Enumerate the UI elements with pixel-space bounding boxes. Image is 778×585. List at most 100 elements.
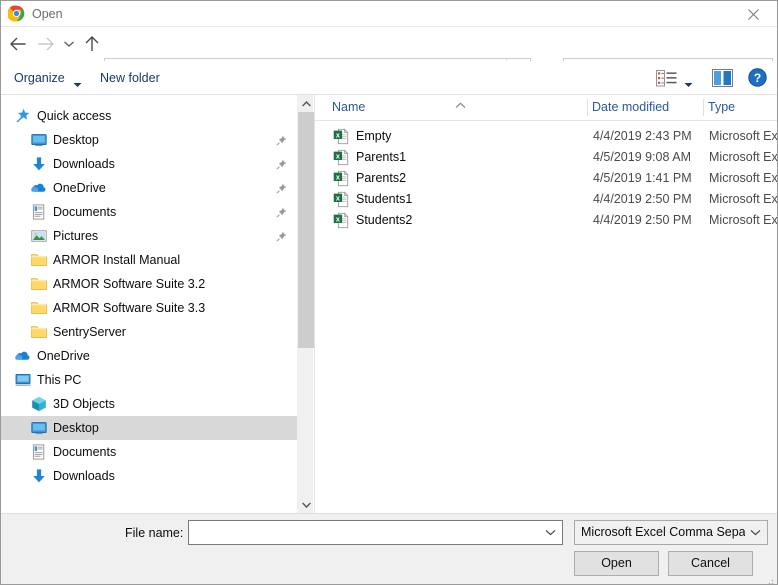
sidebar-scrollbar[interactable]	[297, 95, 314, 513]
file-type-cell: Microsoft Ex	[709, 192, 778, 206]
pin-icon[interactable]	[276, 181, 287, 199]
sidebar-item-documents[interactable]: Documents	[1, 200, 297, 224]
file-name-cell: Students1	[356, 192, 413, 206]
sidebar-item-label: Documents	[53, 445, 117, 459]
column-divider[interactable]	[703, 99, 704, 116]
view-mode-icon[interactable]	[656, 69, 680, 88]
sidebar-item-label: Downloads	[53, 157, 115, 171]
sidebar-item-label: SentryServer	[53, 325, 126, 339]
desktop-icon	[31, 132, 47, 148]
sidebar-item-onedrive[interactable]: OneDrive	[1, 344, 297, 368]
file-name-label: File name:	[125, 526, 184, 540]
pin-icon	[276, 159, 287, 170]
sidebar-item-label: Documents	[53, 205, 117, 219]
recent-locations-button[interactable]	[59, 31, 79, 57]
pin-icon[interactable]	[276, 133, 287, 151]
onedrive-icon	[31, 180, 47, 196]
sidebar-item-downloads[interactable]: Downloads	[1, 464, 297, 488]
sidebar-item-downloads[interactable]: Downloads	[1, 152, 297, 176]
sidebar-item-armor-software-suite-3-3[interactable]: ARMOR Software Suite 3.3	[1, 296, 297, 320]
sidebar-item-armor-software-suite-3-2[interactable]: ARMOR Software Suite 3.2	[1, 272, 297, 296]
resize-grip[interactable]	[764, 572, 774, 584]
sidebar-item-onedrive[interactable]: OneDrive	[1, 176, 297, 200]
scroll-up-icon[interactable]	[298, 95, 314, 112]
folder-icon	[31, 252, 47, 268]
column-header-name[interactable]: Name	[332, 95, 365, 120]
scroll-down-icon[interactable]	[298, 496, 314, 513]
sort-ascending-caret-icon	[455, 96, 466, 114]
organize-caret-down-icon[interactable]	[73, 75, 82, 93]
file-type-filter-chevron-down-icon[interactable]	[750, 521, 761, 544]
title-bar: Open	[1, 1, 777, 27]
sidebar-item-armor-install-manual[interactable]: ARMOR Install Manual	[1, 248, 297, 272]
file-row[interactable]: x Students1 4/4/2019 2:50 PM Microsoft Ex	[315, 189, 778, 210]
sidebar-item-desktop[interactable]: Desktop	[1, 416, 297, 440]
file-name-combobox[interactable]	[188, 520, 563, 545]
file-date-cell: 4/5/2019 9:08 AM	[593, 150, 691, 164]
column-divider[interactable]	[587, 99, 588, 116]
3d-objects-icon	[31, 396, 47, 412]
sidebar-item-this-pc[interactable]: This PC	[1, 368, 297, 392]
sidebar-item-label: ARMOR Software Suite 3.2	[53, 277, 206, 291]
preview-pane-icon[interactable]	[712, 69, 733, 87]
help-question-icon[interactable]: ?	[748, 68, 767, 87]
sidebar-item-label: OneDrive	[37, 349, 90, 363]
sidebar-scrollbar-thumb[interactable]	[298, 112, 314, 348]
download-icon	[31, 468, 47, 484]
pin-icon	[276, 207, 287, 218]
star-pin-icon	[15, 108, 31, 124]
excel-csv-icon: x	[333, 191, 349, 208]
file-row[interactable]: x Parents2 4/5/2019 1:41 PM Microsoft Ex	[315, 168, 778, 189]
column-header-type[interactable]: Type	[708, 95, 735, 120]
main-content: Quick access Desktop Downloads OneDrive Docu…	[1, 95, 778, 513]
file-date-cell: 4/5/2019 1:41 PM	[593, 171, 692, 185]
sidebar-item-3d-objects[interactable]: 3D Objects	[1, 392, 297, 416]
excel-csv-icon: x	[333, 212, 350, 229]
excel-csv-icon: x	[333, 149, 349, 166]
pin-icon[interactable]	[276, 229, 287, 247]
file-name-cell: Students2	[356, 213, 413, 227]
svg-text:x: x	[336, 151, 340, 160]
file-name-cell: Parents1	[356, 150, 407, 164]
sidebar-item-pictures[interactable]: Pictures	[1, 224, 297, 248]
svg-text:x: x	[336, 172, 340, 181]
sidebar-item-desktop[interactable]: Desktop	[1, 128, 297, 152]
sidebar-item-sentryserver[interactable]: SentryServer	[1, 320, 297, 344]
chrome-icon	[6, 5, 25, 22]
pin-icon[interactable]	[276, 205, 287, 223]
folder-icon	[31, 276, 47, 292]
file-name-chevron-down-icon[interactable]	[545, 521, 556, 544]
excel-csv-icon: x	[333, 128, 349, 145]
sidebar-item-quick-access[interactable]: Quick access	[1, 104, 297, 128]
sidebar-item-label: OneDrive	[53, 181, 106, 195]
sidebar-item-label: Pictures	[53, 229, 99, 243]
file-name-input[interactable]	[193, 521, 538, 544]
back-button[interactable]	[5, 31, 31, 57]
sidebar-item-label: 3D Objects	[53, 397, 115, 411]
cancel-button[interactable]: Cancel	[668, 551, 753, 576]
close-icon	[748, 9, 759, 20]
excel-csv-icon: x	[333, 191, 350, 208]
file-row[interactable]: x Students2 4/4/2019 2:50 PM Microsoft Ex	[315, 210, 777, 231]
new-folder-button[interactable]: New folder	[100, 68, 160, 89]
window-title: Open	[32, 7, 63, 21]
file-type-filter-combobox[interactable]: Microsoft Excel Comma Separa	[574, 520, 768, 545]
excel-csv-icon: x	[333, 170, 349, 187]
sidebar-item-label: ARMOR Software Suite 3.3	[53, 301, 206, 315]
file-row[interactable]: x Empty 4/4/2019 2:43 PM Microsoft Ex	[315, 126, 777, 147]
open-button[interactable]: Open	[574, 551, 659, 576]
column-header-date-modified[interactable]: Date modified	[592, 95, 669, 120]
close-button[interactable]	[731, 1, 777, 26]
recent-locations-chevron-icon	[64, 41, 74, 47]
organize-button[interactable]: Organize	[14, 68, 65, 89]
file-type-cell: Microsoft Ex	[709, 171, 778, 185]
view-mode-caret-down-icon[interactable]	[684, 75, 693, 93]
file-type-filter-value: Microsoft Excel Comma Separa	[581, 525, 745, 539]
onedrive-icon	[15, 348, 31, 364]
sidebar-item-documents[interactable]: Documents	[1, 440, 297, 464]
pin-icon[interactable]	[276, 157, 287, 175]
file-row[interactable]: x Parents1 4/5/2019 9:08 AM Microsoft Ex	[315, 147, 777, 168]
sidebar-item-label: Downloads	[53, 469, 115, 483]
up-button[interactable]	[79, 31, 105, 57]
pin-icon	[276, 183, 287, 194]
